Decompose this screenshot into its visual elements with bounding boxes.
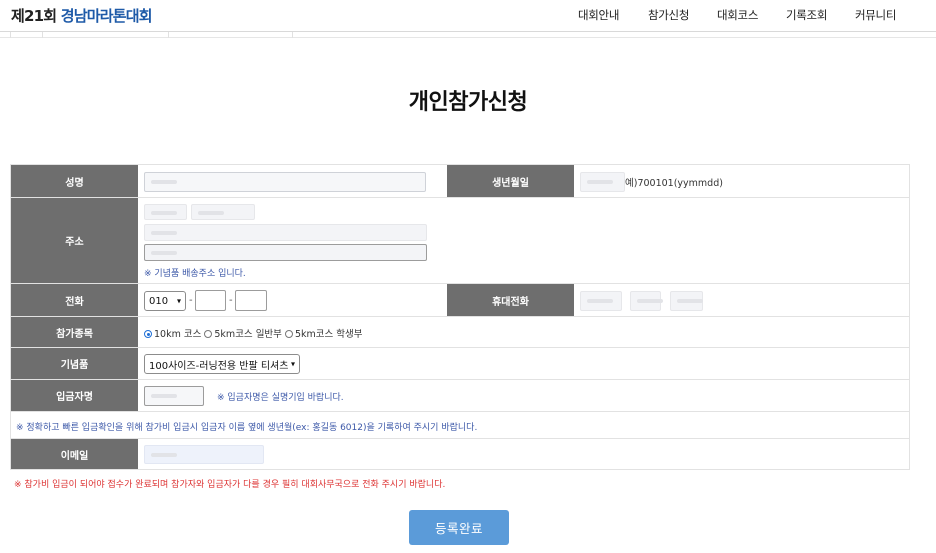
submit-button[interactable]: 등록완료 <box>409 510 509 545</box>
phone-separator-2: - <box>229 295 233 306</box>
name-cell <box>139 165 449 197</box>
birth-cell: 예)700101(yymmdd) <box>575 165 911 197</box>
row-phone: 전화 010 ▾ - - 휴대전화 <box>10 284 910 317</box>
registration-form: 성명 생년월일 예)700101(yymmdd) 주소 ※ 기념품 배송주소 입… <box>10 164 910 470</box>
depositor-cell: ※ 입금자명은 실명기입 바랍니다. <box>139 380 911 411</box>
nav-item-course[interactable]: 대회코스 <box>717 7 758 23</box>
souvenir-select[interactable]: 100사이즈-러닝전용 반팔 티셔츠 ▾ <box>144 354 300 374</box>
name-input[interactable] <box>144 172 426 192</box>
event-radio-10km[interactable] <box>144 330 152 338</box>
phone-prefix-value: 010 <box>149 295 169 307</box>
zipcode-input[interactable] <box>144 204 187 220</box>
mobile-cell <box>575 284 911 316</box>
row-address: 주소 ※ 기념품 배송주소 입니다. <box>10 198 910 284</box>
deposit-notice: ※ 정확하고 빠른 입금확인을 위해 참가비 입금시 입금자 이름 옆에 생년월… <box>16 423 478 433</box>
name-label: 성명 <box>11 165 139 197</box>
event-options: 10km 코스 5km코스 일반부 5km코스 학생부 <box>144 326 362 340</box>
page-title: 개인참가신청 <box>408 90 528 115</box>
row-name-birth: 성명 생년월일 예)700101(yymmdd) <box>10 165 910 198</box>
mobile-last-input[interactable] <box>670 291 703 311</box>
phone-last-input[interactable] <box>235 290 267 311</box>
event-radio-5km-general[interactable] <box>204 330 213 338</box>
address-note: ※ 기념품 배송주소 입니다. <box>144 269 246 279</box>
chevron-down-icon: ▾ <box>176 296 181 306</box>
row-souvenir: 기념품 100사이즈-러닝전용 반팔 티셔츠 ▾ <box>10 348 910 380</box>
row-notice: ※ 정확하고 빠른 입금확인을 위해 참가비 입금시 입금자 이름 옆에 생년월… <box>10 412 910 439</box>
depositor-input[interactable] <box>144 386 204 406</box>
event-cell: 10km 코스 5km코스 일반부 5km코스 학생부 <box>139 317 911 347</box>
depositor-label: 입금자명 <box>11 380 139 411</box>
birth-label: 생년월일 <box>447 165 575 197</box>
souvenir-cell: 100사이즈-러닝전용 반팔 티셔츠 ▾ <box>139 348 911 379</box>
event-option-5km-student: 5km코스 학생부 <box>294 329 363 340</box>
mobile-middle-input[interactable] <box>630 291 663 311</box>
email-input[interactable] <box>144 445 264 464</box>
row-event: 참가종목 10km 코스 5km코스 일반부 5km코스 학생부 <box>10 317 910 348</box>
address-cell: ※ 기념품 배송주소 입니다. <box>139 198 911 283</box>
phone-separator: - <box>189 295 193 306</box>
mobile-label: 휴대전화 <box>447 284 575 316</box>
sub-menu-bar <box>0 32 936 38</box>
address-label: 주소 <box>11 198 139 283</box>
phone-middle-input[interactable] <box>195 290 226 311</box>
chevron-down-icon: ▾ <box>290 359 295 369</box>
payment-footnote: ※ 참가비 입금이 되어야 접수가 완료되며 참가자와 입금자가 다를 경우 필… <box>14 480 446 490</box>
address-line2-input[interactable] <box>144 244 427 261</box>
souvenir-selected: 100사이즈-러닝전용 반팔 티셔츠 <box>149 360 289 372</box>
zipcode-search-button[interactable] <box>191 204 255 220</box>
event-radio-5km-student[interactable] <box>284 330 293 338</box>
row-depositor: 입금자명 ※ 입금자명은 실명기입 바랍니다. <box>10 380 910 412</box>
site-header: 제21회 경남마라톤대회 대회안내 참가신청 대회코스 기록조회 커뮤니티 <box>0 0 936 32</box>
main-nav: 대회안내 참가신청 대회코스 기록조회 커뮤니티 <box>0 7 936 25</box>
birth-input[interactable] <box>580 172 625 192</box>
email-cell <box>139 439 911 469</box>
nav-item-apply[interactable]: 참가신청 <box>648 7 689 23</box>
nav-item-info[interactable]: 대회안내 <box>578 7 619 23</box>
event-option-10km: 10km 코스 <box>154 329 202 340</box>
nav-item-community[interactable]: 커뮤니티 <box>855 7 896 23</box>
souvenir-label: 기념품 <box>11 348 139 379</box>
phone-cell: 010 ▾ - - <box>139 284 449 316</box>
event-label: 참가종목 <box>11 317 139 347</box>
event-option-5km-general: 5km코스 일반부 <box>214 329 282 340</box>
mobile-prefix-select[interactable] <box>580 291 622 311</box>
depositor-note: ※ 입금자명은 실명기입 바랍니다. <box>217 393 344 403</box>
row-email: 이메일 <box>10 439 910 470</box>
address-line1-input[interactable] <box>144 224 427 241</box>
phone-label: 전화 <box>11 284 139 316</box>
email-label: 이메일 <box>11 439 139 469</box>
phone-prefix-select[interactable]: 010 ▾ <box>144 291 186 311</box>
nav-item-records[interactable]: 기록조회 <box>786 7 827 23</box>
birth-hint: 예)700101(yymmdd) <box>625 178 723 189</box>
